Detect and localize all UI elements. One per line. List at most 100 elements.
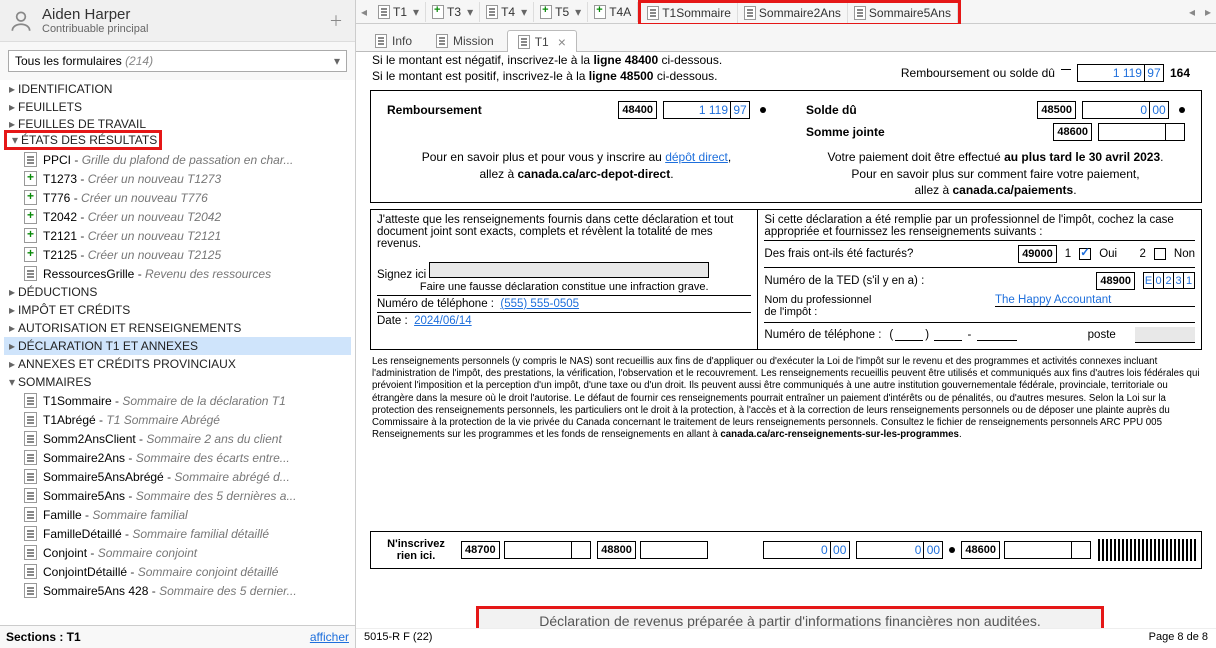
form-filter-dropdown[interactable]: Tous les formulaires (214) [8,50,347,72]
professional-intro: Si cette déclaration a été remplie par u… [764,214,1195,238]
tree-item-familledetaille[interactable]: FamilleDétaillé - Sommaire familial déta… [4,524,351,543]
tree-item-sommaire5ans[interactable]: Sommaire5Ans - Sommaire des 5 dernières … [4,486,351,505]
solde-amount[interactable] [1082,101,1169,119]
doc-icon [647,6,659,20]
tab-t1sommaire[interactable]: T1Sommaire [641,3,738,23]
tree-item-t2042[interactable]: T2042 - Créer un nouveau T2042 [4,207,351,226]
tree-item-somm5ansabrege[interactable]: Sommaire5AnsAbrégé - Sommaire abrégé d..… [4,467,351,486]
signature-field[interactable] [429,262,709,278]
subtab-t1[interactable]: T1× [507,30,577,52]
tree-item-t1273[interactable]: T1273 - Créer un nouveau T1273 [4,169,351,188]
zero-amount-1[interactable] [763,541,850,559]
tabbar-prev[interactable]: ◂ [356,5,372,19]
tabbar-next[interactable]: ▸ [1200,5,1216,19]
total-int[interactable] [1078,66,1144,80]
somme-amount[interactable] [1098,123,1185,141]
tel-value[interactable]: (555) 555-0505 [500,298,579,310]
display-link[interactable]: afficher [310,630,349,644]
final-amount[interactable] [1004,541,1091,559]
zero-amount-2[interactable] [856,541,943,559]
tree-item-t1abrege[interactable]: T1Abrégé - T1 Sommaire Abrégé [4,410,351,429]
doc-icon [24,545,37,560]
tabbar-prev2[interactable]: ◂ [1184,5,1200,19]
tab-t5[interactable]: T5 [534,2,588,22]
tree-item-somm5ans428[interactable]: Sommaire5Ans 428 - Sommaire des 5 dernie… [4,581,351,600]
add-taxpayer-button[interactable]: ＋ [325,7,347,35]
tree-item-t1sommaire[interactable]: T1Sommaire - Sommaire de la déclaration … [4,391,351,410]
tree-item-t2121[interactable]: T2121 - Créer un nouveau T2121 [4,226,351,245]
new-doc-icon [24,228,37,243]
tree-item-somm2ansclient[interactable]: Somm2AnsClient - Sommaire 2 ans du clien… [4,429,351,448]
document-tabbar: ◂ T1 T3 T4 T5 T4A T1Sommaire Sommaire2An… [356,0,1216,24]
prof-phone[interactable]: () - [889,329,1016,341]
checkbox-oui[interactable] [1079,248,1091,260]
tree-item-conjointdetaille[interactable]: ConjointDétaillé - Sommaire conjoint dét… [4,562,351,581]
cat-etats[interactable]: ÉTATS DES RÉSULTATS [9,133,157,147]
cat-feuillets[interactable]: FEUILLETS [4,98,351,116]
ted-number[interactable]: E0231 [1143,272,1195,289]
cat-impot[interactable]: IMPÔT ET CRÉDITS [4,301,351,319]
tab-t4[interactable]: T4 [480,2,534,22]
tab-sommaire5ans[interactable]: Sommaire5Ans [848,3,958,23]
document-body: Si le montant est négatif, inscrivez-le … [356,52,1216,648]
tree-item-conjoint[interactable]: Conjoint - Sommaire conjoint [4,543,351,562]
tree-item-ressources[interactable]: RessourcesGrille - Revenu des ressources [4,264,351,283]
tab-t1[interactable]: T1 [372,2,426,22]
cat-deductions[interactable]: DÉDUCTIONS [4,283,351,301]
sections-bar: Sections : T1 afficher [0,625,355,648]
sections-label: Sections : T1 [6,630,81,644]
close-icon[interactable]: × [558,35,566,49]
tree-item-famille[interactable]: Famille - Sommaire familial [4,505,351,524]
total-dec[interactable] [1145,66,1163,80]
tab-t3[interactable]: T3 [426,2,480,22]
line-49000: 49000 [1018,245,1057,263]
date-value[interactable]: 2024/06/14 [414,315,472,327]
page-footer: 5015-R F (22) Page 8 de 8 [356,628,1216,648]
cat-t1-annexes[interactable]: DÉCLARATION T1 ET ANNEXES [4,337,351,355]
doc-icon [486,5,498,19]
tab-sommaire2ans[interactable]: Sommaire2Ans [738,3,848,23]
pos-note: Si le montant est positif, inscrivez-le … [372,68,722,84]
refund-or-balance-label: Remboursement ou solde dû [901,66,1055,80]
form-filter-label: Tous les formulaires (214) [15,54,153,68]
cat-provincial[interactable]: ANNEXES ET CRÉDITS PROVINCIAUX [4,355,351,373]
do-not-write-row: N'inscrivezrien ici. 48700 48800 48600 [370,531,1202,569]
tree-item-t776[interactable]: T776 - Créer un nouveau T776 [4,188,351,207]
refund-amount[interactable] [663,101,750,119]
bullet-icon [949,547,955,553]
checkbox-non[interactable] [1154,248,1166,260]
cat-identification[interactable]: IDENTIFICATION [4,80,351,98]
poste-field[interactable] [1135,327,1195,343]
form-reference: 5015-R F (22) [364,631,432,646]
doc-icon [436,34,448,48]
48800-amount[interactable] [640,541,708,559]
user-name: Aiden Harper [42,6,148,23]
chevron-down-icon[interactable] [410,5,419,19]
line-48500: 48500 [1037,101,1076,119]
line-48600: 48600 [1053,123,1092,141]
cat-sommaires[interactable]: SOMMAIRES [4,373,351,391]
chevron-down-icon[interactable] [572,5,581,19]
neg-note: Si le montant est négatif, inscrivez-le … [372,52,722,68]
deposit-link[interactable]: dépôt direct [665,150,728,164]
subtab-info[interactable]: Info [364,29,423,51]
privacy-notice: Les renseignements personnels (y compris… [362,350,1210,445]
line-48600-end: 48600 [961,541,1000,559]
line-48400: 48400 [618,101,657,119]
doc-icon [518,35,530,49]
total-amount[interactable] [1077,64,1164,82]
right-panel: ◂ T1 T3 T4 T5 T4A T1Sommaire Sommaire2An… [356,0,1216,648]
subtab-mission[interactable]: Mission [425,29,505,51]
doc-icon [24,393,37,408]
bullet-icon [1179,107,1185,113]
cat-auth[interactable]: AUTORISATION ET RENSEIGNEMENTS [4,319,351,337]
tree-item-t2125[interactable]: T2125 - Créer un nouveau T2125 [4,245,351,264]
tree-item-ppci[interactable]: PPCI - Grille du plafond de passation en… [4,150,351,169]
48700-amount[interactable] [504,541,591,559]
professional-name[interactable]: The Happy Accountant [995,294,1195,307]
chevron-down-icon [334,54,340,68]
tab-t4a[interactable]: T4A [588,2,638,22]
chevron-down-icon[interactable] [464,5,473,19]
chevron-down-icon[interactable] [518,5,527,19]
tree-item-sommaire2ans[interactable]: Sommaire2Ans - Sommaire des écarts entre… [4,448,351,467]
